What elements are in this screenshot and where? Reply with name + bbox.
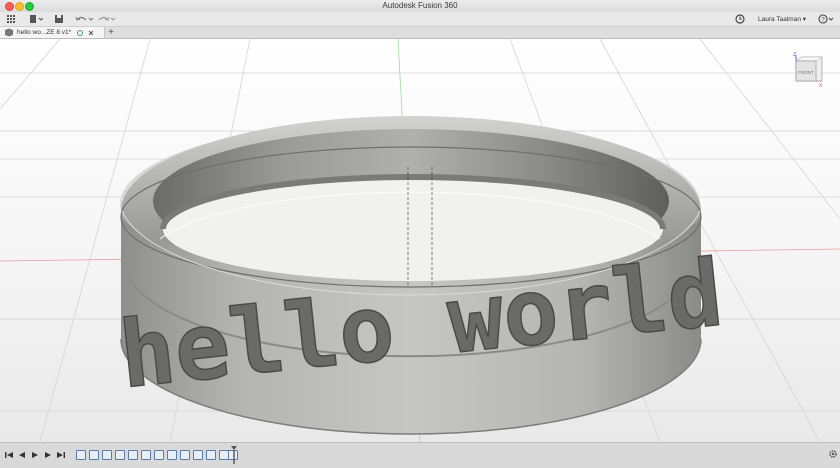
- clock-icon: [735, 14, 745, 24]
- save-icon: [55, 15, 63, 23]
- design-doc-icon: [5, 28, 13, 37]
- document-tab-bar: hello wo...ZE 8 v1* +: [0, 27, 840, 39]
- timeline-feature[interactable]: [76, 450, 86, 460]
- timeline-feature[interactable]: [180, 450, 190, 460]
- timeline-play-button[interactable]: [30, 449, 40, 461]
- axis-x-label: X: [819, 83, 823, 89]
- axis-z-label: Z: [793, 52, 796, 58]
- redo-icon: [98, 16, 116, 21]
- timeline-feature[interactable]: [102, 450, 112, 460]
- timeline-prev-button[interactable]: [17, 449, 27, 461]
- undo-button[interactable]: [74, 13, 94, 25]
- help-button[interactable]: ?: [818, 13, 834, 25]
- view-cube-graphic: FRONT Z X: [793, 52, 823, 89]
- timeline-feature[interactable]: [193, 450, 203, 460]
- timeline-feature[interactable]: [128, 450, 138, 460]
- timeline-feature[interactable]: [89, 450, 99, 460]
- file-icon: [30, 15, 43, 23]
- timeline-feature[interactable]: [206, 450, 216, 460]
- timeline-feature[interactable]: [154, 450, 164, 460]
- step-forward-icon: [45, 452, 51, 458]
- skip-back-icon: [5, 452, 13, 458]
- canvas-scene: hello world: [0, 39, 840, 442]
- timeline-first-button[interactable]: [4, 449, 14, 461]
- tab-label: hello wo...ZE 8 v1*: [17, 29, 72, 36]
- play-icon: [32, 452, 38, 458]
- view-cube-face-label: FRONT: [798, 70, 814, 75]
- step-back-icon: [19, 452, 25, 458]
- timeline-feature[interactable]: [167, 450, 177, 460]
- save-button[interactable]: [53, 13, 65, 25]
- new-tab-button[interactable]: +: [106, 26, 116, 38]
- close-tab-icon[interactable]: [87, 29, 95, 37]
- undo-icon: [75, 16, 94, 21]
- timeline-last-button[interactable]: [56, 449, 66, 461]
- window-title: Autodesk Fusion 360: [382, 1, 458, 10]
- user-menu[interactable]: Laura Taalman ▾: [758, 15, 806, 23]
- timeline-marker-icon[interactable]: [230, 445, 238, 465]
- view-cube[interactable]: FRONT Z X: [790, 51, 824, 89]
- tab-hello-world[interactable]: hello wo...ZE 8 v1*: [0, 27, 105, 38]
- app-toolbar: Laura Taalman ▾ ?: [0, 12, 840, 27]
- timeline-next-button[interactable]: [43, 449, 53, 461]
- job-status-button[interactable]: [734, 13, 746, 25]
- design-timeline: [0, 442, 840, 468]
- settings-gear-icon[interactable]: [828, 449, 838, 459]
- apps-grid-icon[interactable]: [5, 13, 17, 25]
- file-menu-button[interactable]: [28, 13, 44, 25]
- timeline-feature[interactable]: [141, 450, 151, 460]
- redo-button[interactable]: [97, 13, 117, 25]
- sync-status-icon: [77, 29, 84, 36]
- help-icon: ?: [818, 14, 834, 24]
- timeline-feature[interactable]: [115, 450, 125, 460]
- design-canvas[interactable]: hello world FRONT Z X: [0, 39, 840, 442]
- skip-forward-icon: [57, 452, 65, 458]
